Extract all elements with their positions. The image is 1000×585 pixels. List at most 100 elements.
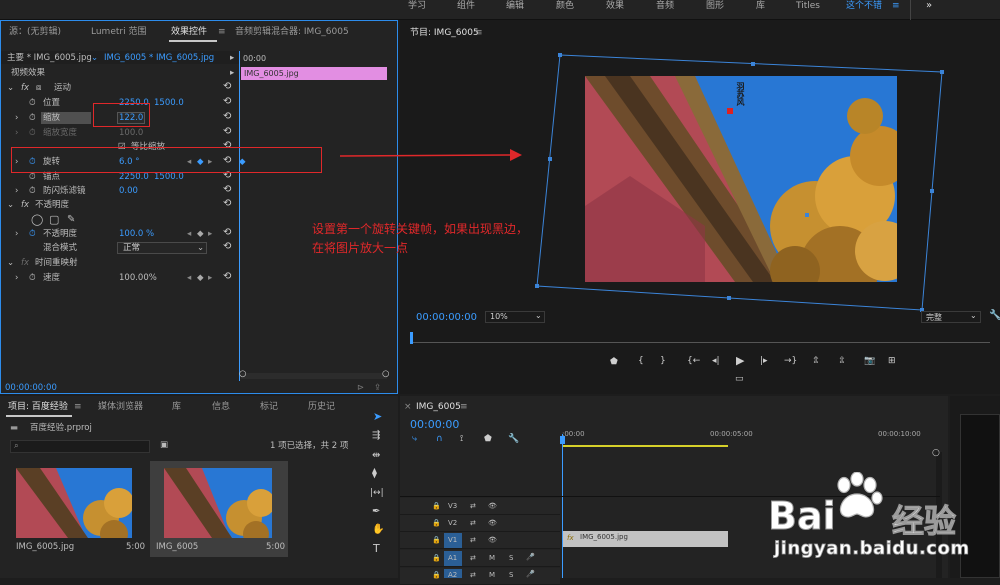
- reset-icon[interactable]: ⟲: [223, 126, 231, 137]
- reset-icon[interactable]: ⟲: [223, 81, 231, 92]
- tab-effect-controls[interactable]: 效果控件: [171, 25, 207, 39]
- stopwatch-icon[interactable]: ⏱: [29, 112, 36, 125]
- razor-tool-icon[interactable]: ⧫: [372, 468, 377, 479]
- next-keyframe-icon[interactable]: ▸: [208, 272, 212, 285]
- chevron-down-icon[interactable]: ⌄: [91, 52, 98, 65]
- stopwatch-icon[interactable]: ⏱: [29, 185, 36, 198]
- slip-tool-icon[interactable]: |↔|: [370, 488, 384, 498]
- project-item-name[interactable]: IMG_6005.jpg: [16, 541, 74, 554]
- double-chevron-right-icon[interactable]: »: [926, 0, 932, 20]
- scroll-handle-icon[interactable]: ○: [239, 368, 246, 381]
- track-header-v2[interactable]: [400, 515, 560, 532]
- pen-tool-icon[interactable]: ✒: [372, 506, 380, 517]
- project-item-thumb[interactable]: [16, 468, 134, 548]
- track-header-a1[interactable]: [400, 550, 560, 567]
- ws-tab-audio[interactable]: 音频: [656, 0, 674, 20]
- lock-icon[interactable]: 🔒: [432, 502, 441, 510]
- sequence-thumb[interactable]: [164, 468, 275, 547]
- eye-icon[interactable]: 👁: [488, 536, 497, 544]
- chevron-right-icon[interactable]: ›: [15, 127, 18, 140]
- timeline-tab[interactable]: IMG_6005: [416, 400, 461, 414]
- ws-tab-effects[interactable]: 效果: [606, 0, 624, 20]
- new-bin-icon[interactable]: ▣: [160, 439, 168, 452]
- track-label-v3[interactable]: V3: [448, 502, 457, 510]
- hand-tool-icon[interactable]: ✋: [372, 524, 384, 535]
- chevron-down-icon[interactable]: ⌄: [7, 257, 14, 270]
- fx-icon[interactable]: fx: [567, 534, 574, 542]
- timeline-playhead[interactable]: [562, 434, 563, 578]
- fx-icon[interactable]: fx: [21, 199, 29, 212]
- chevron-right-icon[interactable]: ›: [15, 112, 18, 125]
- reset-icon[interactable]: ⟲: [223, 271, 231, 282]
- stopwatch-active-icon[interactable]: ⏱: [29, 228, 36, 241]
- chevron-down-icon[interactable]: ⌄: [197, 242, 204, 255]
- ws-tab-titles[interactable]: Titles: [796, 0, 820, 20]
- tab-audio-clip-mixer[interactable]: 音频剪辑混合器: IMG_6005: [235, 25, 349, 39]
- program-playhead[interactable]: [410, 332, 413, 344]
- solo-button[interactable]: S: [509, 554, 513, 562]
- filter-icon[interactable]: ⊳: [357, 382, 364, 395]
- extract-icon[interactable]: ⇫: [838, 356, 846, 366]
- prev-keyframe-icon[interactable]: ◂: [187, 272, 191, 285]
- track-select-tool-icon[interactable]: ⇶: [372, 430, 380, 441]
- track-label-a1[interactable]: A1: [448, 554, 457, 562]
- track-label-v2[interactable]: V2: [448, 519, 457, 527]
- ws-tab-libraries[interactable]: 库: [756, 0, 765, 20]
- chevron-down-icon[interactable]: ⌄: [970, 311, 977, 320]
- add-marker-icon[interactable]: ⬟: [610, 357, 618, 367]
- export-icon[interactable]: ⇪: [374, 382, 381, 395]
- prev-keyframe-icon[interactable]: ◂: [187, 228, 191, 241]
- rectangle-mask-icon[interactable]: ▢: [49, 213, 59, 226]
- speed-value[interactable]: 100.00%: [119, 272, 157, 285]
- selection-tool-icon[interactable]: ➤: [373, 410, 382, 423]
- sync-lock-icon[interactable]: ⇄: [470, 519, 476, 527]
- mark-in-icon[interactable]: {: [638, 356, 644, 366]
- ws-tab-learn[interactable]: 学习: [408, 0, 426, 20]
- mute-button[interactable]: M: [489, 554, 495, 562]
- work-area-bar[interactable]: [562, 445, 728, 447]
- position-y-value[interactable]: 1500.0: [154, 97, 184, 110]
- lock-icon[interactable]: 🔒: [432, 536, 441, 544]
- sequence-item-name[interactable]: IMG_6005: [156, 541, 198, 554]
- add-marker-icon[interactable]: ⬟: [484, 434, 492, 444]
- lock-icon[interactable]: 🔒: [432, 519, 441, 527]
- step-back-icon[interactable]: ◂|: [712, 356, 720, 366]
- transform-icon[interactable]: ⧈: [36, 82, 41, 95]
- track-header-v1[interactable]: [400, 532, 560, 549]
- comparison-view-icon[interactable]: ▭: [735, 374, 744, 384]
- program-scrub-bar[interactable]: [410, 342, 990, 343]
- lock-icon[interactable]: 🔒: [432, 554, 441, 562]
- mini-timeline-clip[interactable]: IMG_6005.jpg: [241, 67, 387, 80]
- scale-width-value[interactable]: 100.0: [119, 127, 143, 140]
- fx-icon[interactable]: fx: [21, 257, 29, 270]
- reset-icon[interactable]: ⟲: [223, 184, 231, 195]
- type-tool-icon[interactable]: T: [373, 542, 380, 555]
- step-forward-icon[interactable]: |▸: [760, 356, 768, 366]
- ws-tab-color[interactable]: 颜色: [556, 0, 574, 20]
- sync-lock-icon[interactable]: ⇄: [470, 502, 476, 510]
- tab-info[interactable]: 信息: [212, 400, 230, 414]
- hamburger-icon[interactable]: ≡: [74, 400, 82, 414]
- camera-icon[interactable]: 📷: [864, 356, 875, 366]
- opacity-value[interactable]: 100.0 %: [119, 228, 154, 241]
- zoom-select[interactable]: 10%: [490, 312, 508, 321]
- tab-libraries[interactable]: 库: [172, 400, 181, 414]
- master-clip-label[interactable]: 主要 * IMG_6005.jpg: [7, 52, 92, 65]
- hamburger-icon[interactable]: ≡: [892, 0, 900, 20]
- tab-media-browser[interactable]: 媒体浏览器: [98, 400, 143, 414]
- track-header-a2[interactable]: [400, 568, 560, 585]
- mark-out-icon[interactable]: }: [660, 356, 666, 366]
- snap-icon[interactable]: ∩: [436, 434, 443, 444]
- track-label-v1[interactable]: V1: [448, 536, 457, 544]
- chevron-right-icon[interactable]: ›: [15, 185, 18, 198]
- chevron-down-icon[interactable]: ⌄: [535, 311, 542, 320]
- next-keyframe-icon[interactable]: ▸: [208, 228, 212, 241]
- tab-history[interactable]: 历史记: [308, 400, 335, 414]
- go-to-out-icon[interactable]: →}: [784, 356, 797, 366]
- tab-lumetri-scopes[interactable]: Lumetri 范围: [91, 25, 146, 39]
- timeline-timecode[interactable]: 00:00:00: [410, 418, 459, 431]
- linked-selection-icon[interactable]: ⟟: [460, 434, 463, 444]
- stopwatch-icon[interactable]: ⏱: [29, 272, 36, 285]
- anti-flicker-value[interactable]: 0.00: [119, 185, 138, 198]
- ws-tab-assembly[interactable]: 组件: [457, 0, 475, 20]
